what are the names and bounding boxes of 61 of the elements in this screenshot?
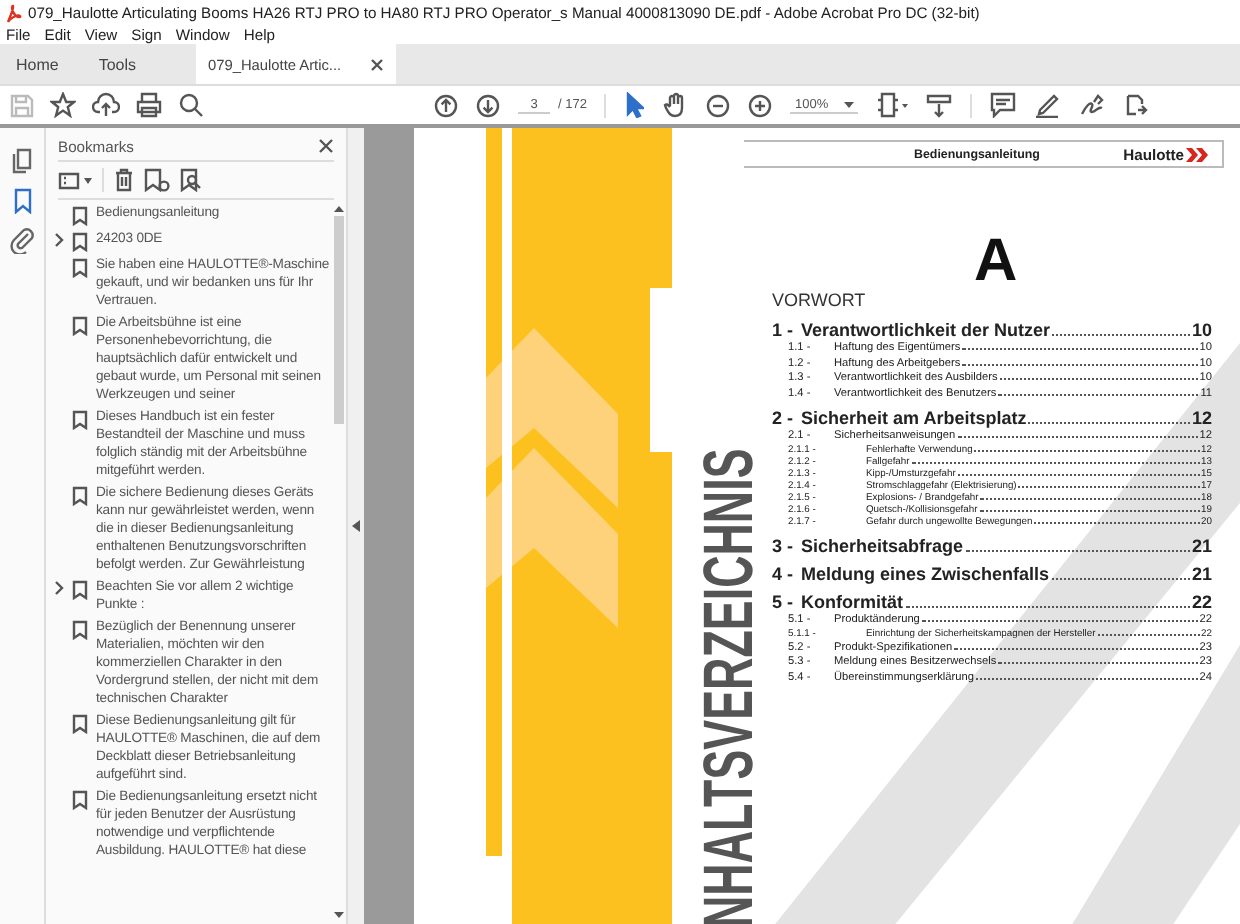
toc-page: 21 bbox=[1191, 562, 1212, 587]
zoom-out-icon[interactable] bbox=[706, 93, 731, 117]
sign-icon[interactable] bbox=[1078, 92, 1105, 118]
share-icon[interactable] bbox=[1122, 92, 1149, 118]
toc-title: Konformität bbox=[801, 590, 904, 614]
cloud-upload-icon[interactable] bbox=[92, 92, 120, 118]
fit-page-icon[interactable] bbox=[876, 92, 909, 118]
toc-page: 12 bbox=[1191, 406, 1212, 430]
caret-icon bbox=[84, 177, 92, 183]
chevrons-icon bbox=[1186, 147, 1210, 161]
arrow-up-icon[interactable] bbox=[434, 93, 458, 117]
toc-title: Sicherheit am Arbeitsplatz bbox=[801, 406, 1027, 430]
comment-icon[interactable] bbox=[990, 92, 1017, 118]
toc-page: 21 bbox=[1191, 534, 1212, 559]
nav-tab[interactable]: Tools bbox=[82, 44, 161, 84]
new-bookmark-icon[interactable] bbox=[144, 168, 170, 192]
paperclip-icon[interactable] bbox=[9, 228, 35, 254]
pen-icon[interactable] bbox=[1034, 92, 1061, 118]
chevron-right-icon[interactable] bbox=[54, 580, 64, 596]
bookmark-icon bbox=[72, 486, 88, 506]
list-icon bbox=[58, 171, 80, 189]
toc-number: 1 - bbox=[772, 318, 794, 342]
scroll-up-icon bbox=[333, 206, 343, 212]
close-icon[interactable] bbox=[370, 57, 385, 71]
bookmark-icon[interactable] bbox=[9, 188, 35, 214]
collapse-arrow-icon[interactable] bbox=[352, 520, 360, 532]
toc-title: Verantwortlichkeit der Nutzer bbox=[801, 318, 1051, 342]
pdf-icon bbox=[4, 3, 22, 23]
search-icon[interactable] bbox=[178, 92, 204, 118]
toc-number: 4 - bbox=[772, 562, 794, 587]
options-button[interactable] bbox=[58, 171, 92, 189]
bookmark-search-icon[interactable] bbox=[180, 168, 206, 192]
arrow-down-icon[interactable] bbox=[476, 93, 500, 117]
star-icon[interactable] bbox=[50, 92, 76, 118]
caret-icon bbox=[844, 101, 855, 107]
chevron-right-icon[interactable] bbox=[54, 232, 64, 248]
toc-number: 2 - bbox=[772, 406, 794, 430]
toc-page: 22 bbox=[1191, 590, 1212, 614]
zoom-in-icon[interactable] bbox=[748, 93, 773, 117]
scroll-down-icon bbox=[333, 912, 343, 918]
toc-number: 5 - bbox=[772, 590, 794, 614]
toc-title: Sicherheitsabfrage bbox=[801, 534, 964, 559]
bookmark-icon bbox=[72, 790, 88, 810]
toc-page: 10 bbox=[1191, 318, 1212, 342]
pointer-icon[interactable] bbox=[624, 92, 645, 118]
bookmark-icon bbox=[72, 714, 88, 734]
nav-tab[interactable]: Home bbox=[0, 44, 83, 84]
trash-icon[interactable] bbox=[114, 168, 134, 192]
scroll-thumb[interactable] bbox=[333, 216, 343, 424]
pages-icon[interactable] bbox=[9, 148, 35, 174]
toc-number: 3 - bbox=[772, 534, 794, 559]
scroll-mode-icon[interactable] bbox=[926, 92, 953, 118]
toc-title: Meldung eines Zwischenfalls bbox=[801, 562, 1050, 587]
bookmark-icon bbox=[72, 410, 88, 430]
vertical-title: NHALTSVERZEICHNIS bbox=[694, 448, 764, 924]
close-icon[interactable] bbox=[318, 138, 334, 154]
toc-heading: VORWORT bbox=[772, 290, 868, 310]
bookmark-icon bbox=[72, 316, 88, 336]
print-icon[interactable] bbox=[136, 92, 162, 118]
section-letter: A bbox=[974, 232, 1018, 292]
hand-icon[interactable] bbox=[662, 92, 689, 118]
